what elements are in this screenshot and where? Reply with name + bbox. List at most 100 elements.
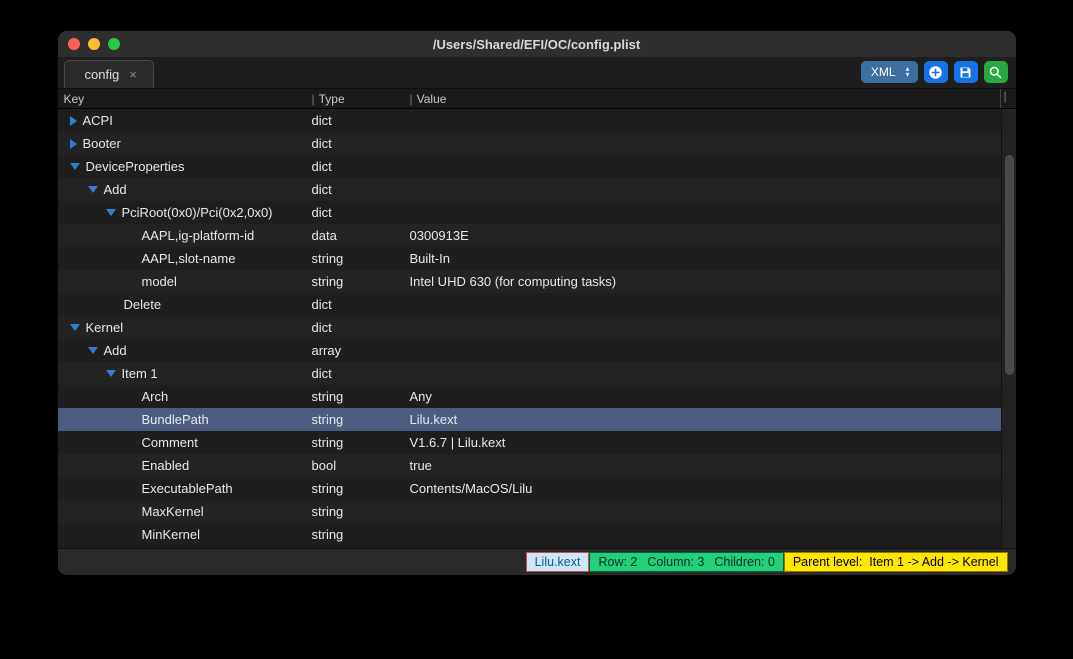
tree-row[interactable]: ACPI dict (58, 109, 1001, 132)
disclosure-open-icon[interactable] (70, 163, 80, 170)
tree-row[interactable]: model stringIntel UHD 630 (for computing … (58, 270, 1001, 293)
row-value[interactable]: true (410, 458, 1001, 473)
row-type[interactable]: bool (312, 458, 410, 473)
row-key[interactable]: Delete (124, 297, 162, 312)
save-icon (958, 65, 973, 80)
add-button[interactable] (924, 61, 948, 83)
tree-row[interactable]: Comment stringV1.6.7 | Lilu.kext (58, 431, 1001, 454)
row-value[interactable]: Lilu.kext (410, 412, 1001, 427)
tree-row[interactable]: AAPL,ig-platform-id data0300913E (58, 224, 1001, 247)
row-key[interactable]: Enabled (142, 458, 190, 473)
row-key[interactable]: BundlePath (142, 412, 209, 427)
zoom-window-button[interactable] (108, 38, 120, 50)
search-button[interactable] (984, 61, 1008, 83)
tab-label: config (85, 67, 120, 82)
row-value[interactable]: Intel UHD 630 (for computing tasks) (410, 274, 1001, 289)
tree-row[interactable]: Item 1 dict (58, 362, 1001, 385)
row-key[interactable]: AAPL,ig-platform-id (142, 228, 255, 243)
close-window-button[interactable] (68, 38, 80, 50)
scrollbar[interactable] (1001, 109, 1016, 548)
row-key[interactable]: Arch (142, 389, 169, 404)
row-type[interactable]: data (312, 228, 410, 243)
traffic-lights (68, 38, 120, 50)
format-select[interactable]: XML ▴▾ (861, 61, 918, 83)
row-key[interactable]: Item 1 (122, 366, 158, 381)
row-key[interactable]: ACPI (83, 113, 113, 128)
tree-row[interactable]: Add array (58, 339, 1001, 362)
minimize-window-button[interactable] (88, 38, 100, 50)
disclosure-closed-icon[interactable] (70, 139, 77, 149)
toolbar-right: XML ▴▾ (861, 61, 1008, 83)
row-key[interactable]: DeviceProperties (86, 159, 185, 174)
row-type[interactable]: dict (312, 366, 410, 381)
row-type[interactable]: dict (312, 297, 410, 312)
header-key[interactable]: Key (64, 89, 312, 108)
row-key[interactable]: model (142, 274, 177, 289)
row-value[interactable]: Any (410, 389, 1001, 404)
header-value[interactable]: |Value (410, 89, 1000, 108)
row-type[interactable]: string (312, 389, 410, 404)
row-key[interactable]: MinKernel (142, 527, 201, 542)
tree-row[interactable]: AAPL,slot-name stringBuilt-In (58, 247, 1001, 270)
header-type[interactable]: |Type (312, 89, 410, 108)
tree-row[interactable]: Enabled booltrue (58, 454, 1001, 477)
tree-row[interactable]: PciRoot(0x0)/Pci(0x2,0x0) dict (58, 201, 1001, 224)
row-key[interactable]: ExecutablePath (142, 481, 233, 496)
disclosure-none (124, 461, 136, 471)
disclosure-closed-icon[interactable] (70, 116, 77, 126)
row-key[interactable]: Kernel (86, 320, 124, 335)
row-type[interactable]: dict (312, 205, 410, 220)
row-type[interactable]: string (312, 504, 410, 519)
row-type[interactable]: string (312, 274, 410, 289)
tree-row[interactable]: Booter dict (58, 132, 1001, 155)
disclosure-open-icon[interactable] (88, 186, 98, 193)
titlebar[interactable]: /Users/Shared/EFI/OC/config.plist (58, 31, 1016, 57)
app-window: /Users/Shared/EFI/OC/config.plist config… (57, 30, 1017, 576)
disclosure-none (124, 231, 136, 241)
tree-row[interactable]: Arch stringAny (58, 385, 1001, 408)
disclosure-open-icon[interactable] (70, 324, 80, 331)
disclosure-open-icon[interactable] (88, 347, 98, 354)
disclosure-none (124, 507, 136, 517)
row-value[interactable]: Contents/MacOS/Lilu (410, 481, 1001, 496)
disclosure-open-icon[interactable] (106, 209, 116, 216)
tree-row[interactable]: Kernel dict (58, 316, 1001, 339)
row-key[interactable]: Comment (142, 435, 198, 450)
row-value[interactable]: V1.6.7 | Lilu.kext (410, 435, 1001, 450)
row-key[interactable]: Add (104, 343, 127, 358)
row-key[interactable]: AAPL,slot-name (142, 251, 236, 266)
tab-close-button[interactable]: × (129, 67, 137, 82)
tree-row[interactable]: MinKernel string (58, 523, 1001, 546)
plus-icon (928, 65, 943, 80)
tree-row[interactable]: ExecutablePath stringContents/MacOS/Lilu (58, 477, 1001, 500)
row-type[interactable]: string (312, 481, 410, 496)
row-key[interactable]: PciRoot(0x0)/Pci(0x2,0x0) (122, 205, 273, 220)
save-button[interactable] (954, 61, 978, 83)
disclosure-none (124, 277, 136, 287)
row-value[interactable]: 0300913E (410, 228, 1001, 243)
row-key[interactable]: Booter (83, 136, 121, 151)
row-type[interactable]: dict (312, 320, 410, 335)
row-type[interactable]: string (312, 527, 410, 542)
tree-row[interactable]: Delete dict (58, 293, 1001, 316)
row-key[interactable]: MaxKernel (142, 504, 204, 519)
status-bar: Lilu.kext Row: 2 Column: 3 Children: 0 P… (58, 549, 1016, 575)
tree-row[interactable]: Add dict (58, 178, 1001, 201)
scrollbar-thumb[interactable] (1005, 155, 1014, 375)
row-type[interactable]: dict (312, 113, 410, 128)
row-type[interactable]: dict (312, 182, 410, 197)
row-key[interactable]: Add (104, 182, 127, 197)
row-value[interactable]: Built-In (410, 251, 1001, 266)
tab-config[interactable]: config × (64, 60, 154, 88)
row-type[interactable]: dict (312, 159, 410, 174)
tree-row[interactable]: MaxKernel string (58, 500, 1001, 523)
row-type[interactable]: string (312, 435, 410, 450)
row-type[interactable]: array (312, 343, 410, 358)
tree-view[interactable]: ACPIdictBooterdictDevicePropertiesdictAd… (58, 109, 1016, 549)
row-type[interactable]: string (312, 251, 410, 266)
tree-row[interactable]: BundlePath stringLilu.kext (58, 408, 1001, 431)
tree-row[interactable]: DeviceProperties dict (58, 155, 1001, 178)
row-type[interactable]: string (312, 412, 410, 427)
row-type[interactable]: dict (312, 136, 410, 151)
disclosure-open-icon[interactable] (106, 370, 116, 377)
